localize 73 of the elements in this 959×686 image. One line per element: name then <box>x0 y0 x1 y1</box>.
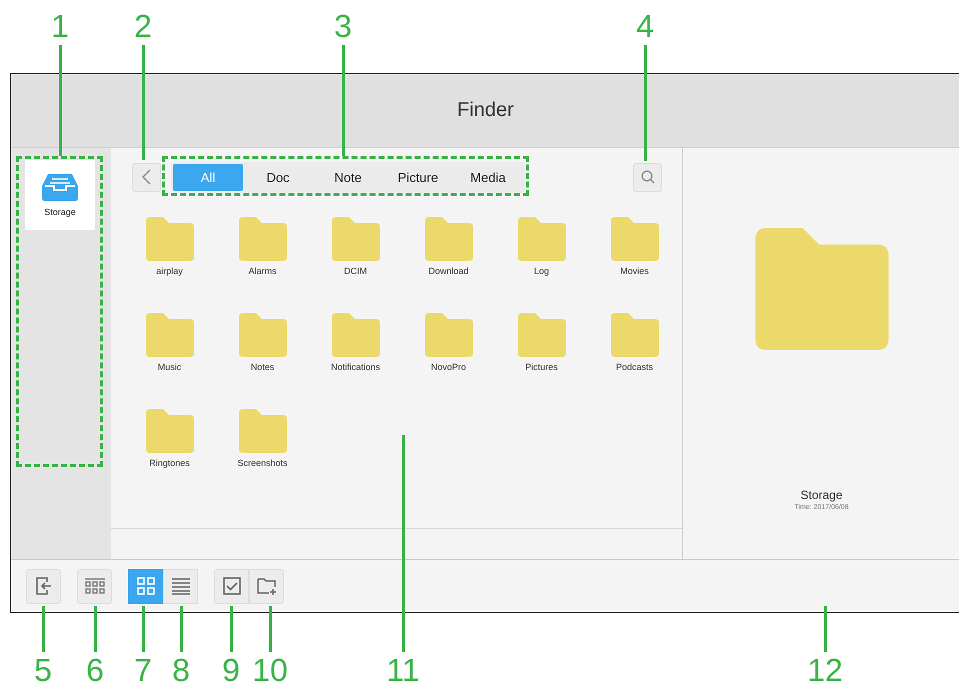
folder-icon[interactable] <box>146 217 194 261</box>
folder-icon[interactable] <box>610 217 658 261</box>
list-view-button[interactable] <box>163 568 198 604</box>
filter-tab[interactable]: Picture <box>383 164 453 190</box>
list-icon <box>172 577 190 595</box>
leader-line <box>269 606 272 652</box>
callout-number: 3 <box>334 10 352 42</box>
grid-icon <box>136 577 154 595</box>
folder-name: Notes <box>250 362 274 372</box>
callout-number: 6 <box>86 654 104 686</box>
checkbox-icon <box>222 577 240 595</box>
folder-name: Podcasts <box>616 362 654 372</box>
detail-name: Storage <box>800 488 843 502</box>
folder-name: Alarms <box>248 266 276 276</box>
leader-line <box>142 606 145 652</box>
folder-name: Ringtones <box>149 458 190 468</box>
filter-tab[interactable]: Doc <box>243 164 313 190</box>
folder-icon[interactable] <box>332 313 380 357</box>
callout-number: 8 <box>172 654 190 686</box>
search-icon <box>640 170 654 184</box>
filter-tab[interactable]: Note <box>313 164 383 190</box>
search-button[interactable] <box>633 162 662 192</box>
tiles-icon <box>84 578 104 594</box>
callout-number: 12 <box>807 654 843 686</box>
select-button[interactable] <box>214 568 249 604</box>
folder-icon[interactable] <box>518 217 566 261</box>
callout-number: 7 <box>134 654 152 686</box>
leader-line <box>42 606 45 652</box>
folder-plus-icon <box>256 577 276 595</box>
leader-line <box>180 606 183 652</box>
new-folder-button[interactable] <box>249 568 284 604</box>
sidebar-label: Storage <box>44 207 76 217</box>
leader-line <box>824 606 827 652</box>
folder-icon[interactable] <box>332 217 380 261</box>
folder-name: Download <box>428 266 469 276</box>
filter-tab[interactable]: Media <box>453 164 523 190</box>
folder-icon[interactable] <box>238 217 286 261</box>
folder-icon[interactable] <box>424 313 472 357</box>
folder-icon[interactable] <box>424 217 472 261</box>
folder-name: Notifications <box>330 362 380 372</box>
folder-name: Log <box>534 266 550 276</box>
folder-name: Pictures <box>525 362 558 372</box>
layout-button[interactable] <box>77 568 112 604</box>
callout-number: 4 <box>636 10 654 42</box>
folder-icon[interactable] <box>518 313 566 357</box>
tray-icon <box>42 173 78 201</box>
exit-button[interactable] <box>26 568 61 604</box>
exit-icon <box>34 576 52 596</box>
back-button[interactable] <box>132 162 161 192</box>
folder-icon[interactable] <box>146 409 194 453</box>
folder-name: Music <box>158 362 182 372</box>
folder-name: airplay <box>156 266 183 276</box>
leader-line <box>94 606 97 652</box>
callout-number: 1 <box>51 10 69 42</box>
window-title: Finder <box>11 74 959 148</box>
callout-number: 9 <box>222 654 240 686</box>
folder-name: Screenshots <box>237 458 288 468</box>
folder-name: DCIM <box>344 266 367 276</box>
folder-icon[interactable] <box>238 409 286 453</box>
callout-number: 10 <box>252 654 288 686</box>
folder-preview-icon <box>752 228 890 350</box>
folder-name: NovoPro <box>430 362 466 372</box>
folder-icon[interactable] <box>238 313 286 357</box>
grid-view-button[interactable] <box>128 568 163 604</box>
callout-number: 2 <box>134 10 152 42</box>
chevron-left-icon <box>142 169 151 185</box>
leader-line <box>230 606 233 652</box>
callout-number: 5 <box>34 654 52 686</box>
folder-icon[interactable] <box>610 313 658 357</box>
callout-number: 11 <box>386 654 420 686</box>
folder-name: Movies <box>620 266 649 276</box>
folder-icon[interactable] <box>146 313 194 357</box>
sidebar-item[interactable]: Storage <box>25 160 95 230</box>
